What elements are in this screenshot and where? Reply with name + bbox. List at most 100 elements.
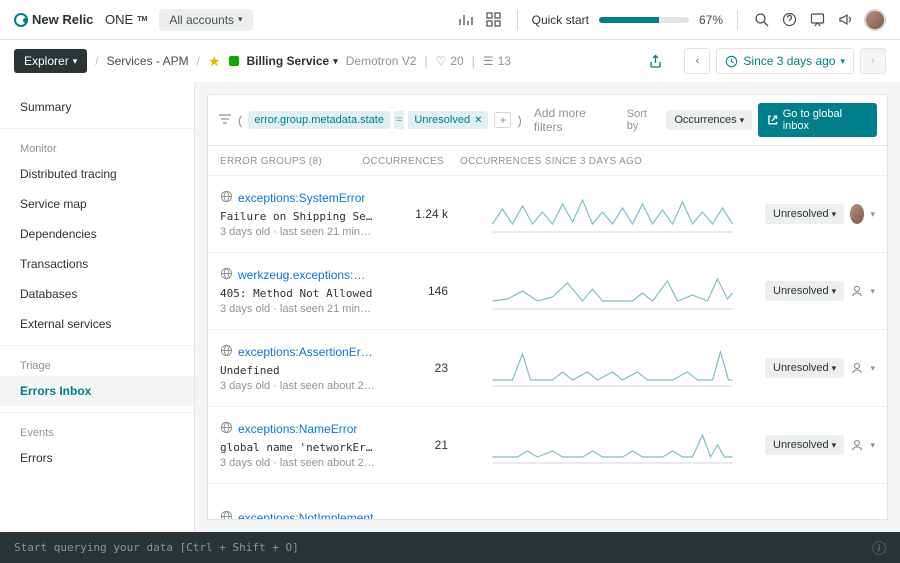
chevron-down-icon: ▾ [740,115,745,126]
external-link-icon [767,114,779,126]
errors-table: ERROR GROUPS (8) OCCURRENCES OCCURRENCES… [207,146,888,520]
announce-icon[interactable] [836,11,854,29]
account-label: All accounts [169,13,234,27]
query-footer[interactable]: Start querying your data [Ctrl + Shift +… [0,532,900,563]
paren-open: ( [238,113,242,128]
globe-icon [220,344,233,360]
sidebar-item-errors[interactable]: Errors [0,443,194,473]
sidebar-group-triage: Triage [0,352,194,376]
table-row[interactable]: exceptions:NotImplement [208,483,887,520]
error-title-link[interactable]: exceptions:AssertionError [238,345,375,359]
crumb-sep: / [197,54,200,68]
chevron-down-icon[interactable]: ▾ [870,286,875,297]
footer-prompt: Start querying your data [Ctrl + Shift +… [14,541,299,554]
table-row[interactable]: exceptions:SystemError Failure on Shippi… [208,175,887,252]
error-meta: 3 days old · last seen about 2 hour [220,457,375,469]
chevron-down-icon: ▾ [238,14,243,25]
star-icon[interactable]: ★ [208,53,221,70]
chevron-down-icon[interactable]: ▾ [870,440,875,451]
col-chart: OCCURRENCES SINCE 3 DAYS AGO [460,156,765,167]
quickstart-label: Quick start [532,13,589,27]
assignee-unassigned[interactable] [850,281,864,301]
occurrence-count: 21 [375,438,460,452]
apps-icon[interactable] [485,11,503,29]
time-nav-next: › [860,48,886,74]
time-range-picker[interactable]: Since 3 days ago ▾ [716,48,854,74]
sort-selector[interactable]: Occurrences ▾ [666,110,752,130]
sidebar-item-dependencies[interactable]: Dependencies [0,219,194,249]
quickstart-progress[interactable] [599,17,689,23]
sidebar-group-monitor: Monitor [0,135,194,159]
globe-icon [220,267,233,283]
user-avatar[interactable] [864,9,886,31]
divider [737,10,738,30]
entity-name: Billing Service [247,54,330,68]
search-icon[interactable] [752,11,770,29]
col-error-groups: ERROR GROUPS (8) [220,156,375,167]
sparkline-chart [460,194,765,234]
filter-remove-icon[interactable]: ✕ [474,115,482,126]
crumb-services[interactable]: Services - APM [107,54,189,68]
entity-selector[interactable]: Billing Service ▾ [247,54,338,68]
logo[interactable]: New Relic ONETM [14,12,147,27]
account-selector[interactable]: All accounts ▾ [159,9,252,31]
explorer-label: Explorer [24,54,69,68]
assignee-avatar[interactable] [850,204,864,224]
favorite-count[interactable]: ♡ 20 [436,54,464,68]
error-meta: 3 days old · last seen 21 minutes a [220,226,375,238]
help-icon[interactable] [780,11,798,29]
feedback-icon[interactable] [808,11,826,29]
add-more-filters[interactable]: Add more filters [534,106,615,134]
filter-value: Unresolved [414,114,470,126]
global-inbox-button[interactable]: Go to global inbox [758,103,877,137]
globe-icon [220,510,233,520]
divider [517,10,518,30]
error-message: global name 'networkErro… [220,441,375,454]
sparkline-chart [460,271,765,311]
globe-icon [220,190,233,206]
chart-icon[interactable] [457,11,475,29]
filter-bar: ( error.group.metadata.state = Unresolve… [207,94,888,146]
sidebar-item-transactions[interactable]: Transactions [0,249,194,279]
sparkline-chart [460,348,765,388]
chevron-down-icon: ▾ [73,56,78,67]
sidebar-item-errors-inbox[interactable]: Errors Inbox [0,376,194,406]
table-row[interactable]: werkzeug.exceptions:Meth 405: Method Not… [208,252,887,329]
sparkline-chart [460,498,765,520]
error-title-link[interactable]: exceptions:NameError [238,422,357,436]
sidebar-item-external[interactable]: External services [0,309,194,339]
sidebar-item-summary[interactable]: Summary [0,92,194,122]
error-message: Failure on Shipping Serv… [220,210,375,223]
error-message: 405: Method Not Allowed [220,287,375,300]
error-title-link[interactable]: exceptions:SystemError [238,191,365,205]
status-selector[interactable]: Unresolved ▾ [765,358,844,378]
chevron-down-icon[interactable]: ▾ [870,209,875,220]
assignee-unassigned[interactable] [850,435,864,455]
sidebar-item-databases[interactable]: Databases [0,279,194,309]
meta-sep: | [472,54,475,68]
time-nav-prev[interactable]: ‹ [684,48,710,74]
brand-suffix: ONE [105,12,133,27]
chevron-down-icon[interactable]: ▾ [870,363,875,374]
sidebar-item-tracing[interactable]: Distributed tracing [0,159,194,189]
error-title-link[interactable]: werkzeug.exceptions:Meth [238,268,375,282]
filter-chip[interactable]: error.group.metadata.state = Unresolved … [248,111,488,129]
sparkline-chart [460,425,765,465]
filter-icon[interactable] [218,112,232,129]
status-selector[interactable]: Unresolved ▾ [765,281,844,301]
status-selector[interactable]: Unresolved ▾ [765,204,844,224]
env-label: Demotron V2 [346,54,417,68]
status-selector[interactable]: Unresolved ▾ [765,435,844,455]
related-count[interactable]: ☰ 13 [483,54,511,68]
assignee-unassigned[interactable] [850,358,864,378]
table-row[interactable]: exceptions:NameError global name 'networ… [208,406,887,483]
table-row[interactable]: exceptions:AssertionError Undefined 3 da… [208,329,887,406]
add-condition-button[interactable]: + [494,112,511,128]
clock-icon [725,55,738,68]
info-icon[interactable]: i [872,541,886,555]
share-icon[interactable] [646,52,664,70]
explorer-button[interactable]: Explorer ▾ [14,49,87,73]
error-meta: 3 days old · last seen 21 minutes a [220,303,375,315]
sidebar-item-service-map[interactable]: Service map [0,189,194,219]
error-title-link[interactable]: exceptions:NotImplement [238,511,373,520]
